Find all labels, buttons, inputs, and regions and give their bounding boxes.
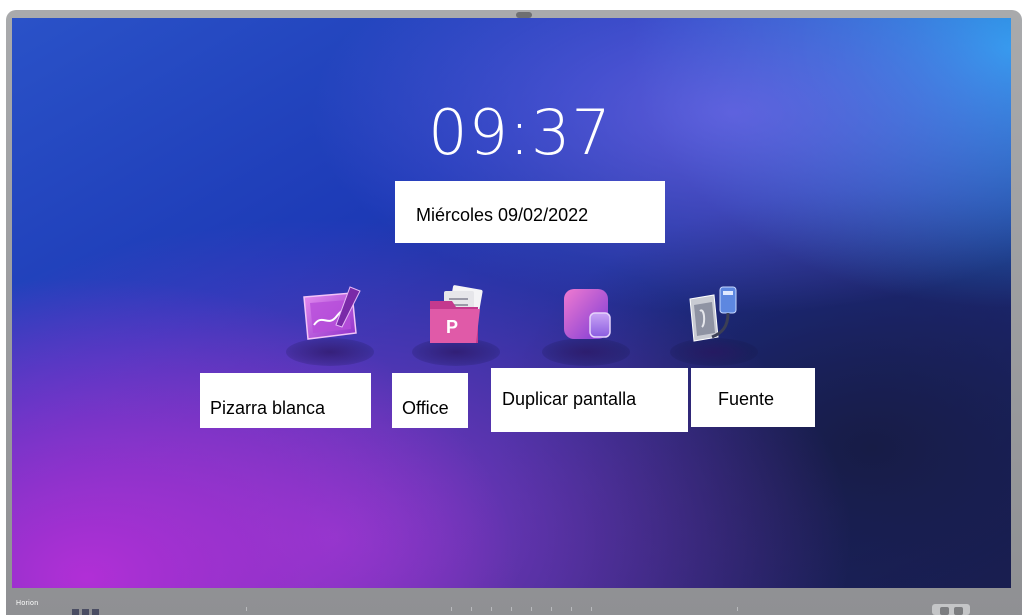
app-label-screen-mirror: Duplicar pantalla xyxy=(491,368,688,432)
power-button[interactable] xyxy=(940,607,949,615)
bezel-marker xyxy=(531,607,532,611)
office-folder-icon: P xyxy=(430,285,483,343)
source-input-icon xyxy=(689,286,737,342)
power-control[interactable] xyxy=(932,604,970,615)
input-button[interactable] xyxy=(954,607,963,615)
bezel-marker xyxy=(471,607,472,611)
app-label-office: Office xyxy=(392,373,468,428)
whiteboard-icon xyxy=(303,286,361,340)
app-label-whiteboard: Pizarra blanca xyxy=(200,373,371,428)
bezel-marker xyxy=(246,607,247,611)
bezel-marker xyxy=(737,607,738,611)
svg-text:P: P xyxy=(446,317,458,337)
app-source[interactable] xyxy=(670,283,758,368)
front-button[interactable] xyxy=(72,609,79,615)
app-office[interactable]: P xyxy=(412,283,500,368)
date-label: Miércoles 09/02/2022 xyxy=(395,181,665,243)
bezel-marker xyxy=(591,607,592,611)
app-label-source: Fuente xyxy=(691,368,815,427)
bezel-marker xyxy=(511,607,512,611)
bezel-marker xyxy=(571,607,572,611)
brand-logo: Horion xyxy=(16,600,39,607)
app-whiteboard[interactable] xyxy=(286,283,374,368)
screen-mirror-icon xyxy=(564,289,611,339)
bezel-marker xyxy=(491,607,492,611)
front-button[interactable] xyxy=(82,609,89,615)
front-button[interactable] xyxy=(92,609,99,615)
clock: 09:37 xyxy=(428,96,612,169)
bezel-marker xyxy=(551,607,552,611)
bezel-marker xyxy=(451,607,452,611)
app-screen-mirror[interactable] xyxy=(542,283,630,368)
